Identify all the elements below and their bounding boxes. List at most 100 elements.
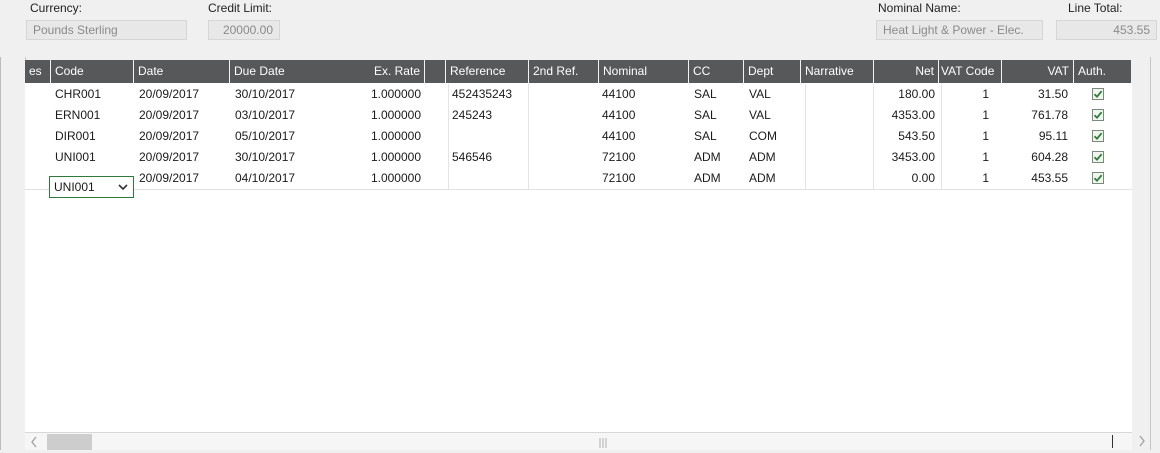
table-row[interactable]: ERN001 20/09/2017 03/10/2017 1.000000 24… bbox=[25, 105, 1132, 127]
cell-vat-code[interactable]: 1 bbox=[941, 105, 993, 126]
cell-code[interactable]: UNI001 bbox=[51, 147, 131, 168]
auth-checkbox[interactable] bbox=[1092, 172, 1104, 184]
table-row[interactable]: DIR001 20/09/2017 05/10/2017 1.000000 44… bbox=[25, 126, 1132, 148]
cell-date[interactable]: 20/09/2017 bbox=[135, 126, 227, 147]
col-header-partial[interactable]: es bbox=[25, 60, 49, 83]
col-header-vat[interactable]: VAT bbox=[1002, 60, 1074, 83]
cell-narrative[interactable] bbox=[805, 168, 873, 189]
cell-due-date[interactable]: 30/10/2017 bbox=[231, 147, 327, 168]
code-dropdown[interactable]: UNI001 bbox=[49, 176, 134, 198]
col-header-date[interactable]: Date bbox=[133, 60, 229, 83]
cell-due-date[interactable]: 03/10/2017 bbox=[231, 105, 327, 126]
cell-nominal[interactable]: 72100 bbox=[598, 147, 686, 168]
vertical-scrollbar[interactable] bbox=[1132, 60, 1150, 432]
col-header-nominal[interactable]: Nominal bbox=[598, 60, 688, 83]
cell-cc[interactable]: ADM bbox=[690, 168, 742, 189]
cell-vat-code[interactable]: 1 bbox=[941, 84, 993, 105]
cell-nominal[interactable]: 44100 bbox=[598, 126, 686, 147]
currency-field[interactable]: Pounds Sterling bbox=[26, 20, 187, 40]
col-header-code[interactable]: Code bbox=[50, 60, 133, 83]
chevron-right-icon[interactable] bbox=[1133, 432, 1151, 449]
cell-vat[interactable]: 453.55 bbox=[995, 168, 1072, 189]
horizontal-scrollbar[interactable] bbox=[25, 432, 1132, 450]
col-header-vat-code[interactable]: VAT Code bbox=[938, 60, 1002, 83]
cell-code[interactable]: DIR001 bbox=[51, 126, 131, 147]
cell-narrative[interactable] bbox=[805, 84, 873, 105]
cell-date[interactable]: 20/09/2017 bbox=[135, 84, 227, 105]
cell-due-date[interactable]: 05/10/2017 bbox=[231, 126, 327, 147]
cell-reference[interactable]: 546546 bbox=[448, 147, 528, 168]
cell-vat[interactable]: 604.28 bbox=[995, 147, 1072, 168]
auth-checkbox[interactable] bbox=[1092, 130, 1104, 142]
cell-reference[interactable] bbox=[448, 126, 528, 147]
cell-due-date[interactable]: 04/10/2017 bbox=[231, 168, 327, 189]
cell-dept[interactable]: COM bbox=[745, 126, 800, 147]
cell-reference[interactable] bbox=[448, 168, 528, 189]
cell-vat[interactable]: 761.78 bbox=[995, 105, 1072, 126]
cell-2nd-ref[interactable] bbox=[528, 105, 598, 126]
cell-cc[interactable]: SAL bbox=[690, 105, 742, 126]
table-row[interactable]: CHR001 20/09/2017 30/10/2017 1.000000 45… bbox=[25, 84, 1132, 106]
col-header-narrative[interactable]: Narrative bbox=[800, 60, 874, 83]
cell-nominal[interactable]: 72100 bbox=[598, 168, 686, 189]
cell-vat[interactable]: 95.11 bbox=[995, 126, 1072, 147]
cell-ex-rate[interactable]: 1.000000 bbox=[327, 84, 425, 105]
col-header-2nd-ref[interactable]: 2nd Ref. bbox=[528, 60, 598, 83]
cell-vat[interactable]: 31.50 bbox=[995, 84, 1072, 105]
cell-ex-rate[interactable]: 1.000000 bbox=[327, 105, 425, 126]
cell-narrative[interactable] bbox=[805, 126, 873, 147]
chevron-left-icon[interactable] bbox=[25, 433, 43, 450]
col-header-auth[interactable]: Auth. bbox=[1074, 60, 1132, 83]
cell-code[interactable]: CHR001 bbox=[51, 84, 131, 105]
cell-dept[interactable]: ADM bbox=[745, 147, 800, 168]
auth-checkbox[interactable] bbox=[1092, 151, 1104, 163]
auth-checkbox[interactable] bbox=[1092, 88, 1104, 100]
cell-nominal[interactable]: 44100 bbox=[598, 84, 686, 105]
cell-net[interactable]: 4353.00 bbox=[873, 105, 939, 126]
cell-net[interactable]: 0.00 bbox=[873, 168, 939, 189]
cell-dept[interactable]: ADM bbox=[745, 168, 800, 189]
credit-limit-field[interactable]: 20000.00 bbox=[208, 20, 280, 40]
cell-net[interactable]: 3453.00 bbox=[873, 147, 939, 168]
col-header-cc[interactable]: CC bbox=[688, 60, 743, 83]
cell-cc[interactable]: SAL bbox=[690, 84, 742, 105]
cell-date[interactable]: 20/09/2017 bbox=[135, 168, 227, 189]
col-header-ex-rate[interactable]: Ex. Rate bbox=[329, 60, 425, 83]
cell-2nd-ref[interactable] bbox=[528, 147, 598, 168]
cell-reference[interactable]: 452435243 bbox=[448, 84, 528, 105]
cell-net[interactable]: 543.50 bbox=[873, 126, 939, 147]
cell-2nd-ref[interactable] bbox=[528, 168, 598, 189]
chevron-down-icon[interactable] bbox=[117, 177, 129, 203]
col-header-dept[interactable]: Dept bbox=[743, 60, 800, 83]
table-row[interactable]: 20/09/2017 04/10/2017 1.000000 72100 ADM… bbox=[25, 168, 1132, 190]
cell-2nd-ref[interactable] bbox=[528, 126, 598, 147]
cell-date[interactable]: 20/09/2017 bbox=[135, 105, 227, 126]
line-total-field[interactable]: 453.55 bbox=[1056, 20, 1157, 40]
cell-vat-code[interactable]: 1 bbox=[941, 168, 993, 189]
cell-ex-rate[interactable]: 1.000000 bbox=[327, 126, 425, 147]
cell-net[interactable]: 180.00 bbox=[873, 84, 939, 105]
cell-ex-rate[interactable]: 1.000000 bbox=[327, 168, 425, 189]
cell-dept[interactable]: VAL bbox=[745, 105, 800, 126]
cell-2nd-ref[interactable] bbox=[528, 84, 598, 105]
cell-date[interactable]: 20/09/2017 bbox=[135, 147, 227, 168]
cell-narrative[interactable] bbox=[805, 105, 873, 126]
col-header-due-date[interactable]: Due Date bbox=[229, 60, 329, 83]
cell-vat-code[interactable]: 1 bbox=[941, 147, 993, 168]
cell-dept[interactable]: VAL bbox=[745, 84, 800, 105]
table-row[interactable]: UNI001 20/09/2017 30/10/2017 1.000000 54… bbox=[25, 147, 1132, 169]
cell-ex-rate[interactable]: 1.000000 bbox=[327, 147, 425, 168]
scroll-thumb[interactable] bbox=[47, 434, 92, 450]
col-header-net[interactable]: Net bbox=[874, 60, 938, 83]
cell-cc[interactable]: SAL bbox=[690, 126, 742, 147]
nominal-name-field[interactable]: Heat Light & Power - Elec. bbox=[876, 20, 1043, 40]
cell-code[interactable]: ERN001 bbox=[51, 105, 131, 126]
cell-nominal[interactable]: 44100 bbox=[598, 105, 686, 126]
cell-cc[interactable]: ADM bbox=[690, 147, 742, 168]
cell-narrative[interactable] bbox=[805, 147, 873, 168]
cell-vat-code[interactable]: 1 bbox=[941, 126, 993, 147]
cell-due-date[interactable]: 30/10/2017 bbox=[231, 84, 327, 105]
auth-checkbox[interactable] bbox=[1092, 109, 1104, 121]
cell-reference[interactable]: 245243 bbox=[448, 105, 528, 126]
col-header-reference[interactable]: Reference bbox=[445, 60, 528, 83]
